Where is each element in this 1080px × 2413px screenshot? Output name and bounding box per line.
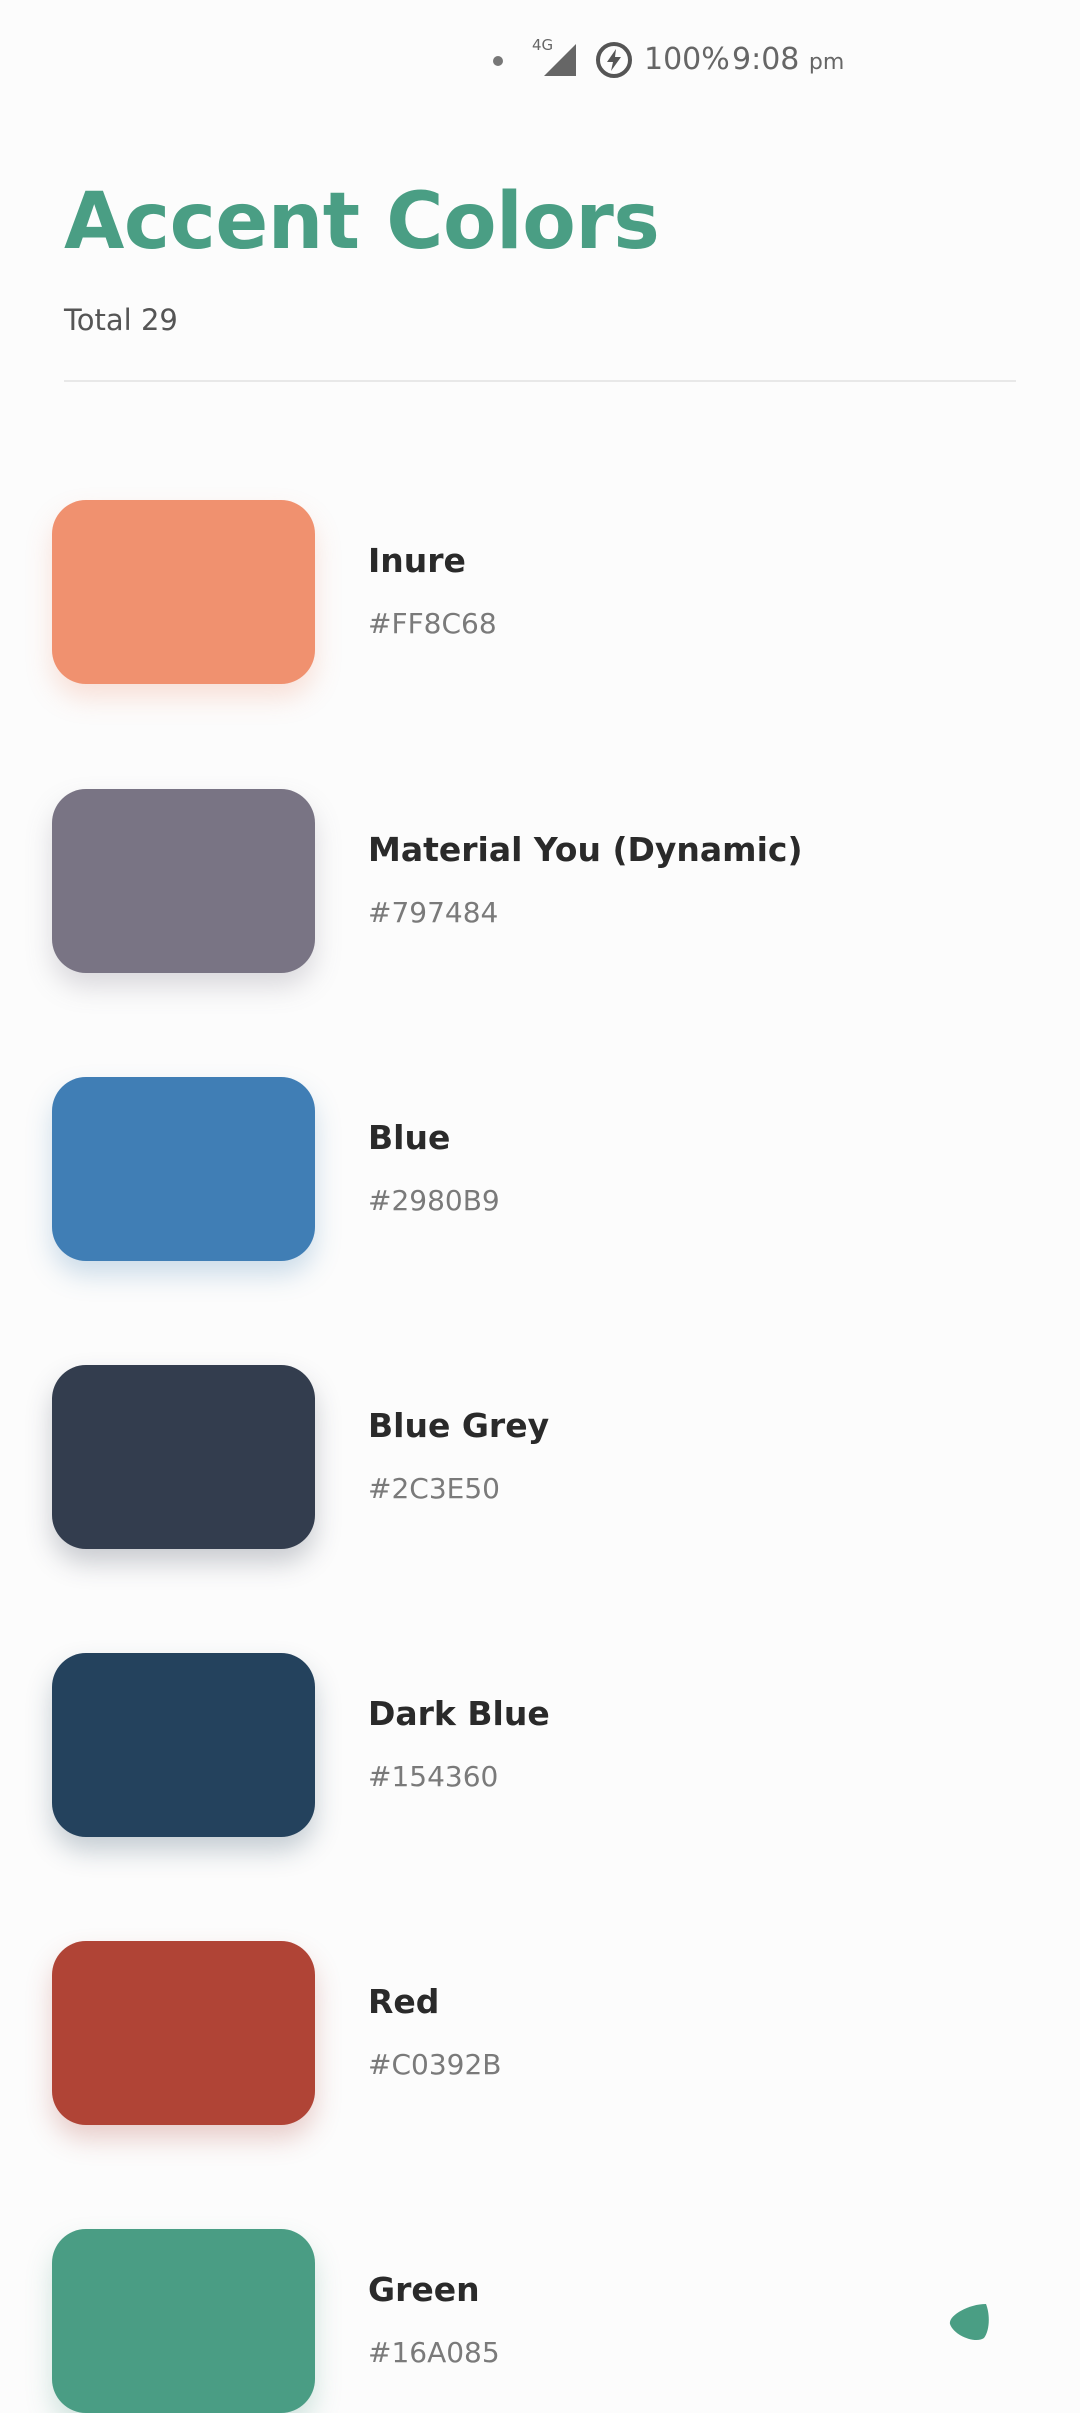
color-hex: #154360 bbox=[368, 1760, 499, 1793]
color-item-green[interactable]: Green #16A085 bbox=[52, 2229, 1012, 2413]
color-swatch bbox=[52, 1077, 315, 1261]
color-name: Dark Blue bbox=[368, 1694, 550, 1733]
color-swatch bbox=[52, 789, 315, 973]
color-list: Inure #FF8C68 Material You (Dynamic) #79… bbox=[0, 0, 1080, 2413]
color-hex: #2C3E50 bbox=[368, 1472, 500, 1505]
color-item-blue-grey[interactable]: Blue Grey #2C3E50 bbox=[52, 1365, 1012, 1549]
color-swatch bbox=[52, 500, 315, 684]
color-name: Blue Grey bbox=[368, 1406, 550, 1445]
color-hex: #797484 bbox=[368, 896, 499, 929]
color-item-blue[interactable]: Blue #2980B9 bbox=[52, 1077, 1012, 1261]
scroll-handle-icon[interactable] bbox=[948, 2300, 990, 2342]
color-name: Red bbox=[368, 1982, 440, 2021]
color-item-inure[interactable]: Inure #FF8C68 bbox=[52, 500, 1012, 684]
color-item-red[interactable]: Red #C0392B bbox=[52, 1941, 1012, 2125]
color-name: Material You (Dynamic) bbox=[368, 830, 803, 869]
color-swatch bbox=[52, 1653, 315, 1837]
color-hex: #FF8C68 bbox=[368, 607, 497, 640]
color-swatch bbox=[52, 1941, 315, 2125]
color-name: Green bbox=[368, 2270, 480, 2309]
color-name: Inure bbox=[368, 541, 466, 580]
color-hex: #C0392B bbox=[368, 2048, 502, 2081]
color-name: Blue bbox=[368, 1118, 451, 1157]
color-swatch bbox=[52, 2229, 315, 2413]
color-item-dark-blue[interactable]: Dark Blue #154360 bbox=[52, 1653, 1012, 1837]
color-item-material-you[interactable]: Material You (Dynamic) #797484 bbox=[52, 789, 1012, 973]
color-hex: #2980B9 bbox=[368, 1184, 500, 1217]
color-swatch bbox=[52, 1365, 315, 1549]
color-hex: #16A085 bbox=[368, 2336, 500, 2369]
